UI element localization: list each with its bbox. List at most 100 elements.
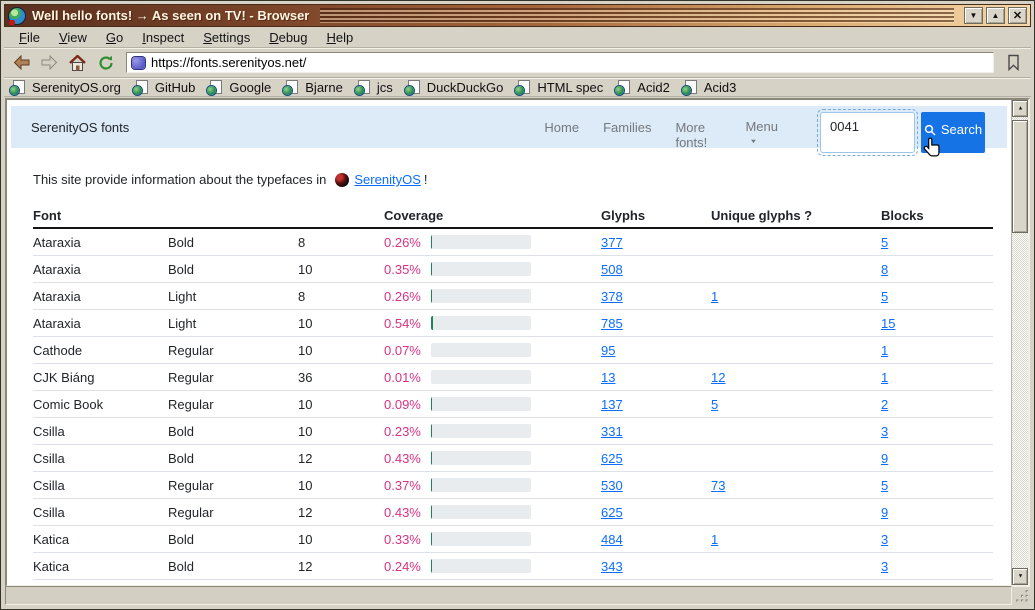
bookmark-item[interactable]: GitHub: [136, 80, 195, 95]
font-style: Regular: [168, 370, 298, 385]
unique-glyph-count-link[interactable]: 1: [711, 289, 718, 304]
menu-go[interactable]: Go: [97, 28, 133, 47]
back-icon: [13, 55, 30, 70]
glyph-count-cell: 484: [601, 532, 711, 547]
block-count-link[interactable]: 3: [881, 532, 888, 547]
glyph-count-link[interactable]: 137: [601, 397, 623, 412]
font-size: 10: [298, 532, 384, 547]
bookmark-item[interactable]: Acid2: [618, 80, 670, 95]
coverage-percent: 0.26%: [384, 235, 431, 250]
bookmark-item[interactable]: Google: [210, 80, 271, 95]
glyph-count-link[interactable]: 625: [601, 451, 623, 466]
menu-file[interactable]: File: [10, 28, 50, 47]
block-count-link[interactable]: 5: [881, 235, 888, 250]
home-button[interactable]: [65, 51, 90, 75]
scroll-down-icon: ▼: [1017, 574, 1023, 580]
block-count-link[interactable]: 5: [881, 478, 888, 493]
block-count-cell: 5: [881, 478, 993, 493]
coverage-bar-cell: [431, 478, 601, 492]
glyph-count-link[interactable]: 343: [601, 559, 623, 574]
glyph-count-link[interactable]: 13: [601, 370, 615, 385]
glyph-count-link[interactable]: 331: [601, 424, 623, 439]
table-row: CsillaBold120.43%6259: [33, 445, 993, 472]
block-count-cell: 9: [881, 505, 993, 520]
menu-settings[interactable]: Settings: [194, 28, 260, 47]
bookmark-item[interactable]: Acid3: [685, 80, 737, 95]
menu-help[interactable]: Help: [318, 28, 364, 47]
font-style: Bold: [168, 235, 298, 250]
scroll-up-icon: ▲: [1017, 106, 1023, 112]
block-count-link[interactable]: 9: [881, 451, 888, 466]
nav-more-fonts[interactable]: More fonts!: [675, 120, 721, 150]
block-count-link[interactable]: 9: [881, 505, 888, 520]
coverage-percent: 0.37%: [384, 478, 431, 493]
bookmark-item[interactable]: Bjarne: [286, 80, 343, 95]
font-style: Bold: [168, 451, 298, 466]
font-family-name: Csilla: [33, 505, 168, 520]
font-family-name: Katica: [33, 559, 168, 574]
search-input[interactable]: 0041: [820, 112, 915, 153]
address-bar[interactable]: https://fonts.serenityos.net/: [126, 52, 994, 73]
bookmark-page-button[interactable]: [1001, 51, 1026, 75]
close-button[interactable]: ✕: [1008, 7, 1027, 24]
serenityos-link[interactable]: SerenityOS: [354, 172, 420, 187]
maximize-button[interactable]: ▲: [986, 7, 1005, 24]
resize-grip[interactable]: [1014, 589, 1029, 604]
glyph-count-link[interactable]: 484: [601, 532, 623, 547]
bookmark-item[interactable]: SerenityOS.org: [13, 80, 121, 95]
block-count-link[interactable]: 5: [881, 289, 888, 304]
block-count-link[interactable]: 3: [881, 424, 888, 439]
font-family-name: Csilla: [33, 478, 168, 493]
reload-button[interactable]: [93, 51, 118, 75]
glyph-count-link[interactable]: 377: [601, 235, 623, 250]
table-row: CathodeRegular100.07%951: [33, 337, 993, 364]
chevron-down-icon: ▼: [745, 137, 778, 146]
block-count-link[interactable]: 8: [881, 262, 888, 277]
bookmark-item[interactable]: DuckDuckGo: [408, 80, 504, 95]
search-button[interactable]: Search: [921, 112, 985, 153]
scrollbar-thumb[interactable]: [1012, 120, 1028, 233]
bookmark-item[interactable]: HTML spec: [518, 80, 603, 95]
bookmark-item[interactable]: jcs: [358, 80, 393, 95]
scroll-down-button[interactable]: ▼: [1012, 568, 1028, 585]
coverage-progress-bar: [431, 478, 531, 492]
unique-glyph-count-link[interactable]: 1: [711, 532, 718, 547]
nav-home[interactable]: Home: [544, 120, 579, 150]
font-style: Bold: [168, 559, 298, 574]
intro-suffix: !: [424, 172, 428, 187]
glyph-count-link[interactable]: 378: [601, 289, 623, 304]
block-count-cell: 3: [881, 532, 993, 547]
block-count-link[interactable]: 1: [881, 370, 888, 385]
nav-menu-dropdown[interactable]: Menu ▼: [745, 120, 778, 150]
table-row: Comic BookRegular100.09%13752: [33, 391, 993, 418]
minimize-button[interactable]: ▼: [964, 7, 983, 24]
font-style: Bold: [168, 532, 298, 547]
unique-glyph-count-link[interactable]: 12: [711, 370, 725, 385]
glyph-count-cell: 13: [601, 370, 711, 385]
glyph-count-link[interactable]: 785: [601, 316, 623, 331]
glyph-count-link[interactable]: 95: [601, 343, 615, 358]
glyph-count-link[interactable]: 530: [601, 478, 623, 493]
block-count-link[interactable]: 2: [881, 397, 888, 412]
nav-families[interactable]: Families: [603, 120, 651, 150]
search-icon: [924, 124, 936, 136]
menu-view[interactable]: View: [50, 28, 97, 47]
titlebar[interactable]: Well hello fonts! → As seen on TV! - Bro…: [4, 4, 1031, 27]
scroll-up-button[interactable]: ▲: [1012, 100, 1028, 117]
block-count-link[interactable]: 1: [881, 343, 888, 358]
unique-glyph-count-link[interactable]: 73: [711, 478, 725, 493]
coverage-bar-cell: [431, 316, 601, 330]
table-row: AtaraxiaLight100.54%78515: [33, 310, 993, 337]
glyph-count-link[interactable]: 625: [601, 505, 623, 520]
block-count-cell: 15: [881, 316, 993, 331]
unique-glyph-count-link[interactable]: 5: [711, 397, 718, 412]
forward-button[interactable]: [37, 51, 62, 75]
serenityos-ladybug-icon: [335, 173, 349, 187]
menu-inspect[interactable]: Inspect: [133, 28, 194, 47]
block-count-link[interactable]: 15: [881, 316, 895, 331]
back-button[interactable]: [9, 51, 34, 75]
vertical-scrollbar[interactable]: ▲ ▼: [1011, 100, 1028, 585]
glyph-count-link[interactable]: 508: [601, 262, 623, 277]
block-count-link[interactable]: 3: [881, 559, 888, 574]
menu-debug[interactable]: Debug: [260, 28, 317, 47]
